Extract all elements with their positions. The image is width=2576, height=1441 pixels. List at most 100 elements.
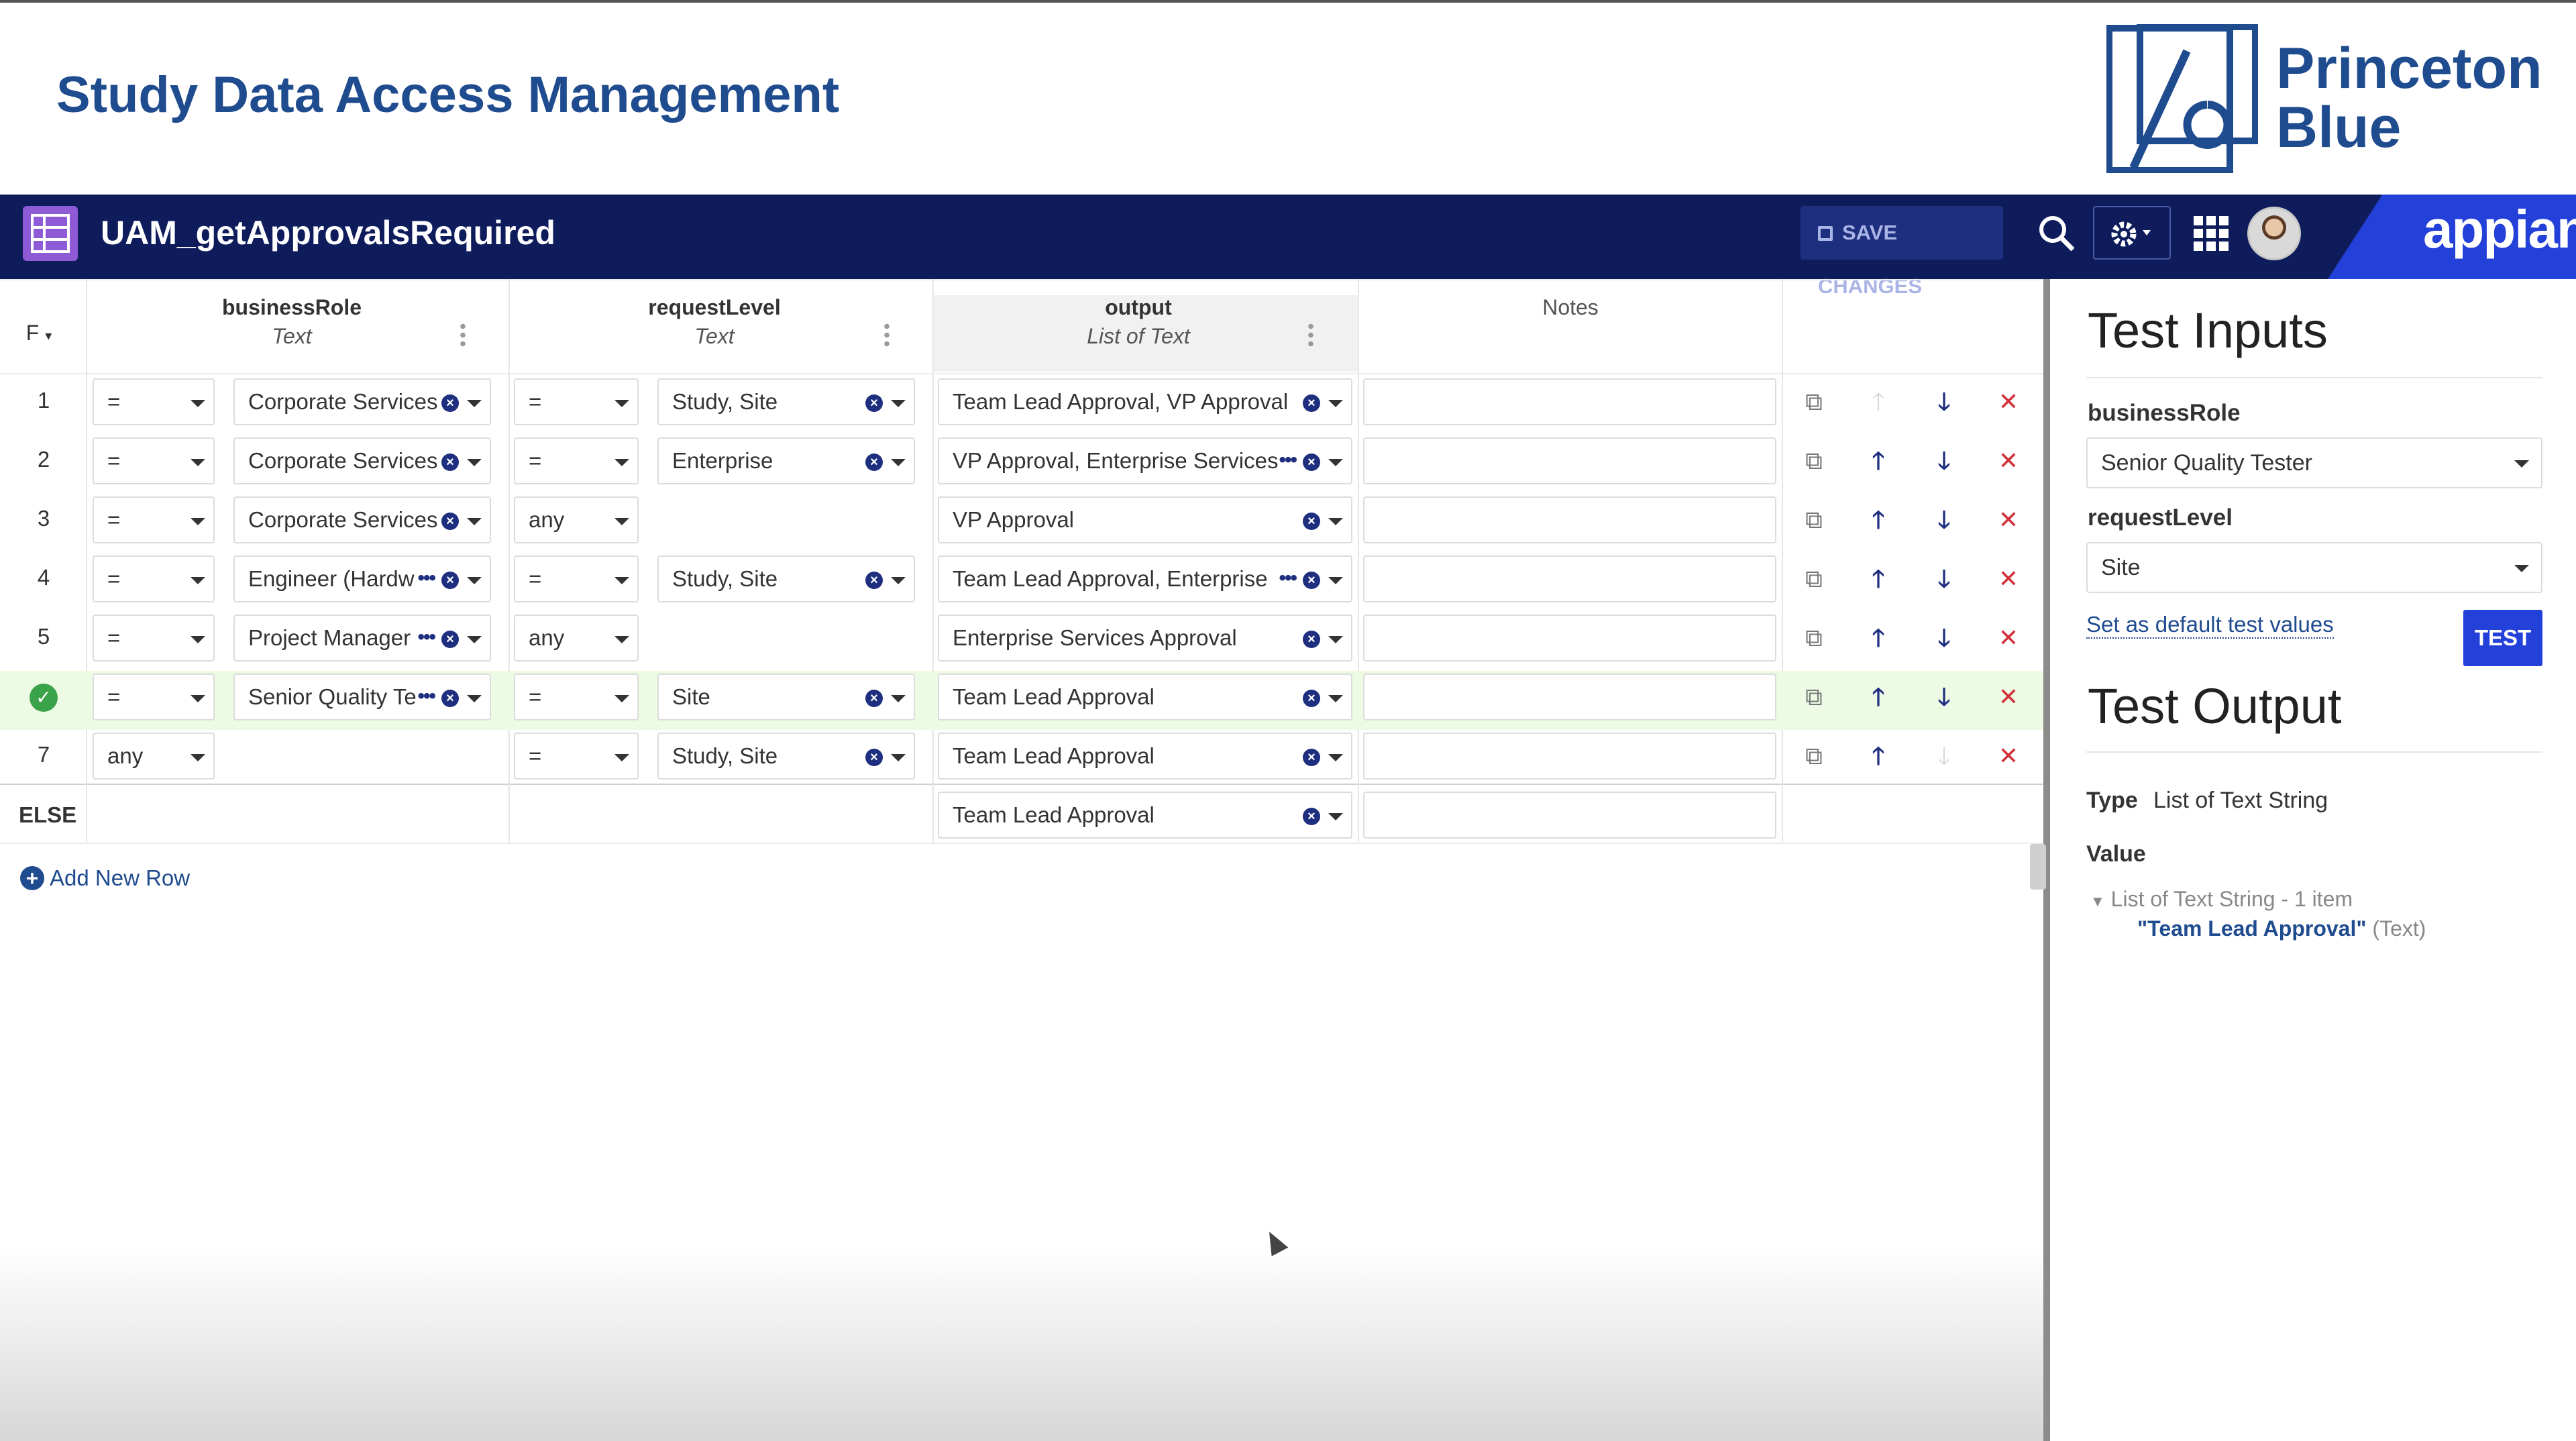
clear-icon[interactable]: × (441, 572, 459, 589)
column-menu-icon[interactable] (1308, 322, 1313, 349)
move-up-icon[interactable]: 🡑 (1858, 496, 1898, 543)
notes-input[interactable] (1363, 674, 1776, 720)
move-down-icon[interactable]: 🡓 (1924, 615, 1964, 661)
collapse-panel-handle[interactable] (2030, 844, 2046, 890)
clear-icon[interactable]: × (1303, 453, 1320, 471)
output-select[interactable]: VP Approval × (938, 496, 1352, 543)
move-down-icon[interactable]: 🡓 (1924, 496, 1964, 543)
operator-select[interactable]: = (514, 674, 639, 720)
move-up-icon[interactable]: 🡑 (1858, 437, 1898, 484)
operator-select[interactable]: = (93, 437, 215, 484)
clear-icon[interactable]: × (1303, 690, 1320, 707)
operator-select[interactable]: any (93, 733, 215, 780)
column-header-businessRole[interactable]: businessRole Text (87, 295, 496, 349)
add-new-row-link[interactable]: + Add New Row (20, 865, 190, 891)
output-select[interactable]: VP Approval, Enterprise Services ••• × (938, 437, 1352, 484)
test-request-level-select[interactable]: Site (2086, 542, 2542, 593)
delete-row-icon[interactable]: ✕ (1988, 437, 2029, 484)
notes-input[interactable] (1363, 733, 1776, 780)
business-role-select[interactable]: Senior Quality Te ••• × (233, 674, 491, 720)
business-role-select[interactable]: Engineer (Hardw ••• × (233, 555, 491, 602)
copy-row-icon[interactable]: ⧉ (1794, 615, 1834, 661)
notes-input[interactable] (1363, 615, 1776, 661)
column-header-output[interactable]: output List of Text (934, 295, 1343, 349)
request-level-select[interactable]: Study, Site × (657, 378, 915, 425)
more-values-icon[interactable]: ••• (1279, 450, 1297, 470)
operator-select[interactable]: = (514, 733, 639, 780)
request-level-select[interactable]: Study, Site × (657, 733, 915, 780)
output-select[interactable]: Team Lead Approval, VP Approval × (938, 378, 1352, 425)
output-select[interactable]: Team Lead Approval × (938, 674, 1352, 720)
move-up-icon[interactable]: 🡑 (1858, 555, 1898, 602)
clear-icon[interactable]: × (865, 453, 883, 471)
request-level-select[interactable]: Site × (657, 674, 915, 720)
operator-select[interactable]: = (514, 555, 639, 602)
move-up-icon[interactable]: 🡑 (1858, 733, 1898, 780)
business-role-select[interactable]: Corporate Services × (233, 437, 491, 484)
delete-row-icon[interactable]: ✕ (1988, 733, 2029, 780)
delete-row-icon[interactable]: ✕ (1988, 674, 2029, 720)
more-values-icon[interactable]: ••• (417, 568, 435, 588)
clear-icon[interactable]: × (441, 453, 459, 471)
tree-node-toggle[interactable]: ▼ List of Text String - 1 item (2090, 887, 2353, 912)
operator-select[interactable]: any (514, 496, 639, 543)
hit-policy-selector[interactable]: F ▾ (12, 321, 66, 345)
notes-input[interactable] (1363, 496, 1776, 543)
test-business-role-select[interactable]: Senior Quality Tester (2086, 437, 2542, 488)
operator-select[interactable]: = (93, 674, 215, 720)
output-select[interactable]: Team Lead Approval, Enterprise ••• × (938, 555, 1352, 602)
output-select[interactable]: Enterprise Services Approval × (938, 615, 1352, 661)
clear-icon[interactable]: × (1303, 749, 1320, 766)
copy-row-icon[interactable]: ⧉ (1794, 555, 1834, 602)
clear-icon[interactable]: × (441, 631, 459, 648)
delete-row-icon[interactable]: ✕ (1988, 378, 2029, 425)
clear-icon[interactable]: × (1303, 631, 1320, 648)
clear-icon[interactable]: × (1303, 572, 1320, 589)
output-select[interactable]: Team Lead Approval × (938, 733, 1352, 780)
column-header-requestLevel[interactable]: requestLevel Text (510, 295, 919, 349)
clear-icon[interactable]: × (1303, 808, 1320, 825)
business-role-select[interactable]: Project Manager ••• × (233, 615, 491, 661)
copy-row-icon[interactable]: ⧉ (1794, 378, 1834, 425)
business-role-select[interactable]: Corporate Services × (233, 378, 491, 425)
operator-select[interactable]: = (93, 555, 215, 602)
clear-icon[interactable]: × (865, 572, 883, 589)
column-menu-icon[interactable] (460, 322, 466, 349)
clear-icon[interactable]: × (1303, 513, 1320, 530)
more-values-icon[interactable]: ••• (417, 686, 435, 706)
move-up-icon[interactable]: 🡑 (1858, 615, 1898, 661)
settings-menu-button[interactable] (2093, 206, 2171, 260)
operator-select[interactable]: any (514, 615, 639, 661)
more-values-icon[interactable]: ••• (1279, 568, 1297, 588)
move-down-icon[interactable]: 🡓 (1924, 378, 1964, 425)
notes-input[interactable] (1363, 378, 1776, 425)
move-up-icon[interactable]: 🡑 (1858, 674, 1898, 720)
column-menu-icon[interactable] (884, 322, 890, 349)
app-grid-icon[interactable] (2190, 212, 2233, 255)
delete-row-icon[interactable]: ✕ (1988, 496, 2029, 543)
else-notes-input[interactable] (1363, 792, 1776, 839)
else-output-select[interactable]: Team Lead Approval × (938, 792, 1352, 839)
clear-icon[interactable]: × (441, 690, 459, 707)
clear-icon[interactable]: × (865, 394, 883, 412)
move-down-icon[interactable]: 🡓 (1924, 555, 1964, 602)
copy-row-icon[interactable]: ⧉ (1794, 674, 1834, 720)
set-default-test-values-link[interactable]: Set as default test values (2086, 612, 2334, 639)
operator-select[interactable]: = (93, 378, 215, 425)
business-role-select[interactable]: Corporate Services × (233, 496, 491, 543)
clear-icon[interactable]: × (865, 690, 883, 707)
operator-select[interactable]: = (514, 437, 639, 484)
save-changes-button[interactable]: SAVE CHANGES (1801, 206, 2003, 298)
user-avatar[interactable] (2247, 207, 2301, 260)
copy-row-icon[interactable]: ⧉ (1794, 437, 1834, 484)
request-level-select[interactable]: Study, Site × (657, 555, 915, 602)
search-icon[interactable] (2035, 212, 2078, 255)
operator-select[interactable]: = (93, 615, 215, 661)
delete-row-icon[interactable]: ✕ (1988, 555, 2029, 602)
clear-icon[interactable]: × (441, 513, 459, 530)
more-values-icon[interactable]: ••• (417, 627, 435, 647)
copy-row-icon[interactable]: ⧉ (1794, 496, 1834, 543)
move-down-icon[interactable]: 🡓 (1924, 437, 1964, 484)
delete-row-icon[interactable]: ✕ (1988, 615, 2029, 661)
copy-row-icon[interactable]: ⧉ (1794, 733, 1834, 780)
